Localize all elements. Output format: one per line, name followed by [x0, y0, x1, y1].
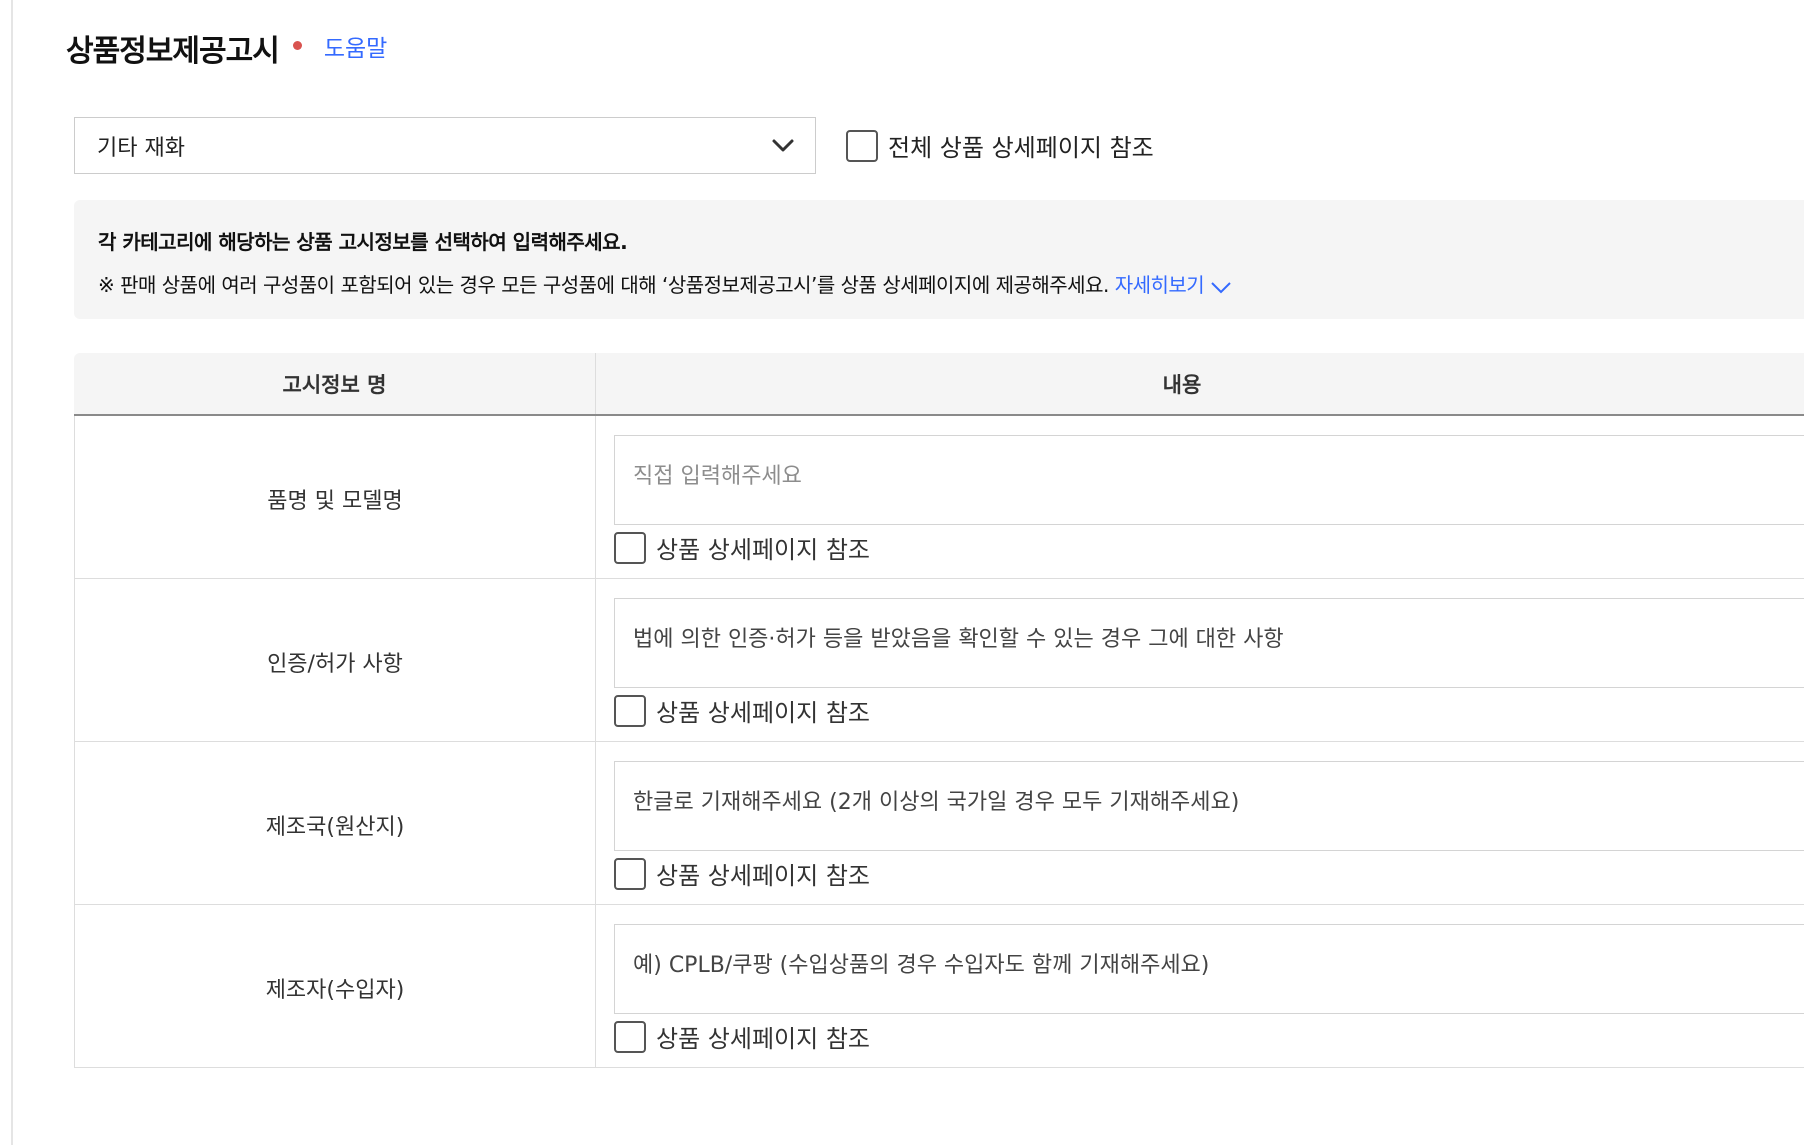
detail-reference-checkbox[interactable] [614, 531, 646, 564]
all-reference-toggle[interactable]: 전체 상품 상세페이지 참조 [846, 128, 1154, 163]
details-link-label: 자세히보기 [1114, 273, 1205, 297]
row-content: 예) CPLB/쿠팡 (수입상품의 경우 수입자도 함께 기재해주세요) 상품 … [596, 905, 1804, 1067]
notice-text: ※ 판매 상품에 여러 구성품이 포함되어 있는 경우 모든 구성품에 대해 ‘… [98, 269, 1780, 298]
left-divider [11, 0, 13, 1145]
column-header-name: 고시정보 명 [74, 353, 596, 414]
detail-reference-toggle[interactable]: 상품 상세페이지 참조 [614, 693, 870, 728]
category-select[interactable]: 기타 재화 [74, 117, 816, 174]
table-header: 고시정보 명 내용 [74, 353, 1804, 416]
content-input[interactable]: 직접 입력해주세요 [614, 435, 1804, 525]
notice-info-table: 고시정보 명 내용 품명 및 모델명 직접 입력해주세요 상품 상세페이지 참조… [74, 353, 1804, 1068]
category-select-value: 기타 재화 [97, 135, 185, 161]
help-link[interactable]: 도움말 [324, 29, 387, 63]
detail-reference-checkbox[interactable] [614, 694, 646, 727]
chevron-down-icon [772, 139, 794, 152]
table-row: 제조자(수입자) 예) CPLB/쿠팡 (수입상품의 경우 수입자도 함께 기재… [74, 905, 1804, 1068]
row-content: 한글로 기재해주세요 (2개 이상의 국가일 경우 모두 기재해주세요) 상품 … [596, 742, 1804, 904]
required-indicator [292, 40, 302, 50]
detail-reference-label: 상품 상세페이지 참조 [656, 1025, 870, 1053]
table-row: 인증/허가 사항 법에 의한 인증·허가 등을 받았음을 확인할 수 있는 경우… [74, 579, 1804, 742]
detail-reference-checkbox[interactable] [614, 857, 646, 890]
content-input[interactable]: 한글로 기재해주세요 (2개 이상의 국가일 경우 모두 기재해주세요) [614, 761, 1804, 851]
row-name: 품명 및 모델명 [75, 416, 596, 578]
detail-reference-checkbox[interactable] [614, 1020, 646, 1053]
notice-line: ※ 판매 상품에 여러 구성품이 포함되어 있는 경우 모든 구성품에 대해 ‘… [98, 273, 1109, 297]
detail-reference-label: 상품 상세페이지 참조 [656, 699, 870, 727]
row-name: 인증/허가 사항 [75, 579, 596, 741]
detail-reference-toggle[interactable]: 상품 상세페이지 참조 [614, 1019, 870, 1054]
section-header: 상품정보제공고시 도움말 [66, 26, 387, 70]
table-row: 품명 및 모델명 직접 입력해주세요 상품 상세페이지 참조 [74, 416, 1804, 579]
content-input[interactable]: 법에 의한 인증·허가 등을 받았음을 확인할 수 있는 경우 그에 대한 사항 [614, 598, 1804, 688]
detail-reference-label: 상품 상세페이지 참조 [656, 862, 870, 890]
column-header-content: 내용 [1162, 372, 1202, 397]
details-link[interactable]: 자세히보기 [1115, 273, 1233, 297]
row-name: 제조국(원산지) [75, 742, 596, 904]
row-name: 제조자(수입자) [75, 905, 596, 1067]
page-title: 상품정보제공고시 [66, 34, 280, 69]
notice-box: 각 카테고리에 해당하는 상품 고시정보를 선택하여 입력해주세요. ※ 판매 … [74, 200, 1804, 319]
row-content: 법에 의한 인증·허가 등을 받았음을 확인할 수 있는 경우 그에 대한 사항… [596, 579, 1804, 741]
content-input[interactable]: 예) CPLB/쿠팡 (수입상품의 경우 수입자도 함께 기재해주세요) [614, 924, 1804, 1014]
detail-reference-label: 상품 상세페이지 참조 [656, 536, 870, 564]
all-reference-checkbox[interactable] [846, 129, 878, 162]
detail-reference-toggle[interactable]: 상품 상세페이지 참조 [614, 856, 870, 891]
notice-heading: 각 카테고리에 해당하는 상품 고시정보를 선택하여 입력해주세요. [98, 230, 628, 254]
chevron-down-icon [1211, 281, 1231, 293]
all-reference-label: 전체 상품 상세페이지 참조 [888, 134, 1154, 162]
row-content: 직접 입력해주세요 상품 상세페이지 참조 [596, 416, 1804, 578]
detail-reference-toggle[interactable]: 상품 상세페이지 참조 [614, 530, 870, 565]
table-row: 제조국(원산지) 한글로 기재해주세요 (2개 이상의 국가일 경우 모두 기재… [74, 742, 1804, 905]
